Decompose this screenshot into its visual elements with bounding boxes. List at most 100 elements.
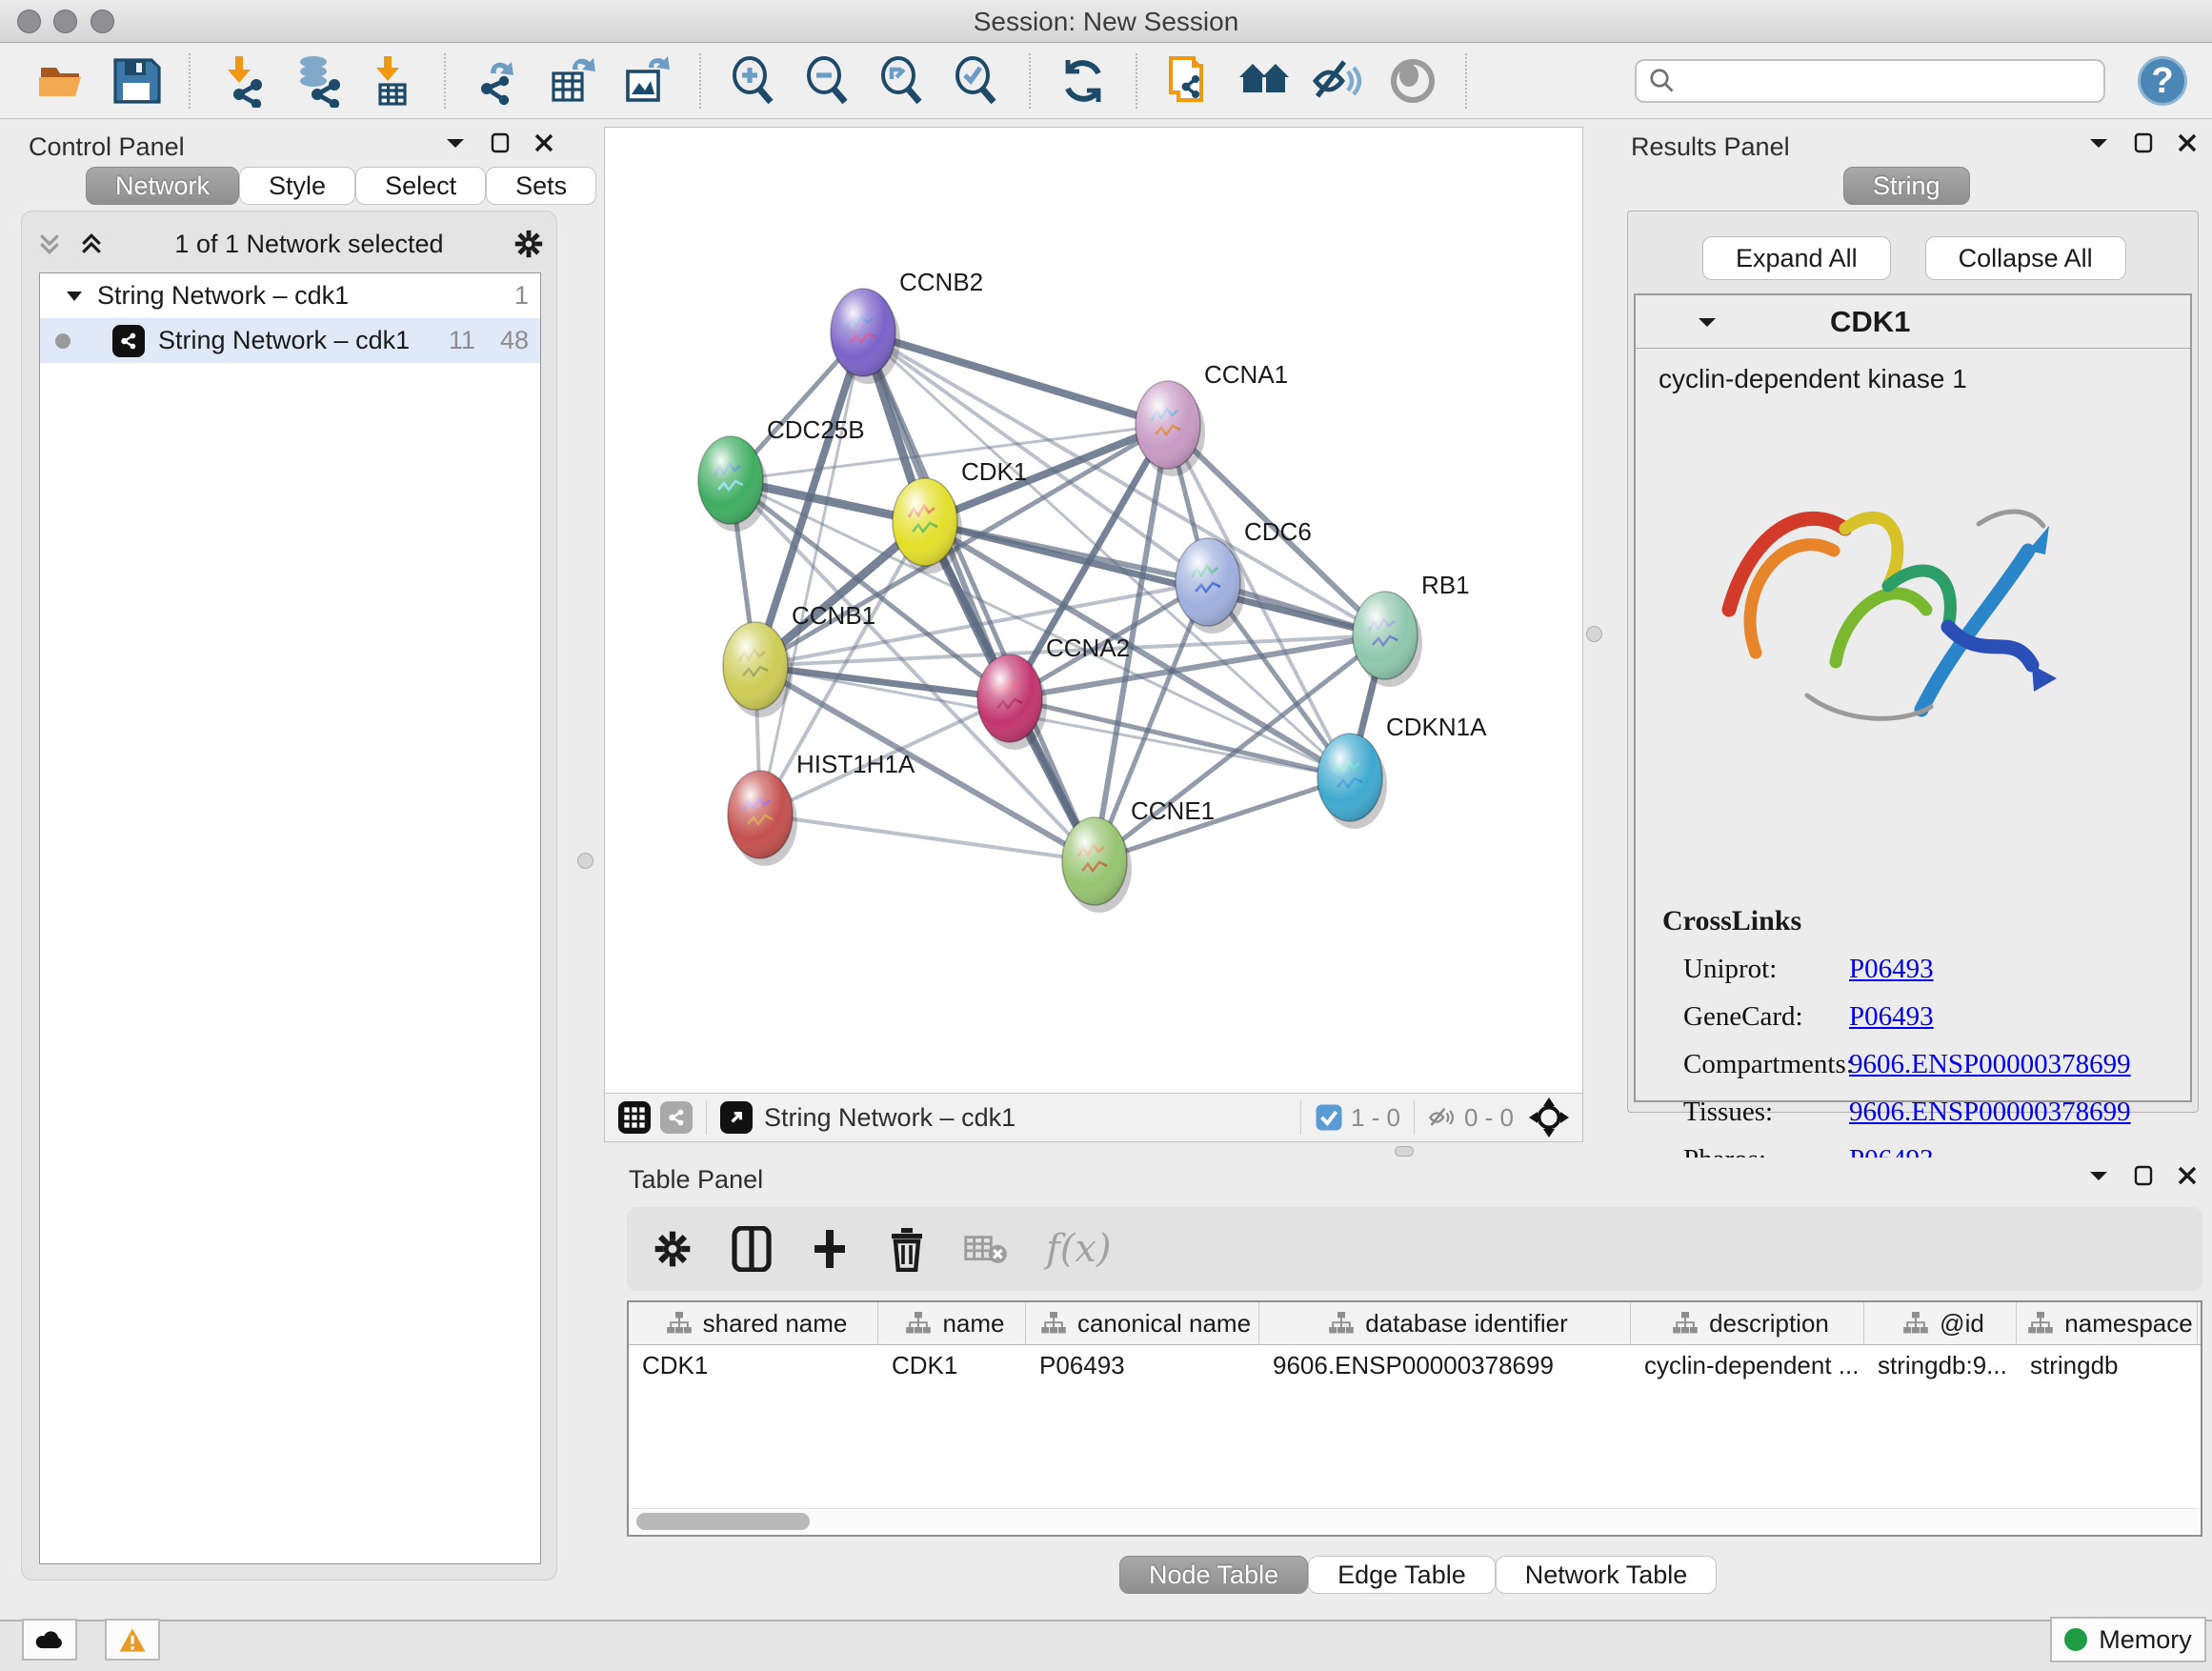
zoom-fit-icon[interactable] bbox=[875, 53, 930, 109]
string-protein-query-icon[interactable] bbox=[1162, 53, 1217, 109]
tab-node-table[interactable]: Node Table bbox=[1119, 1556, 1308, 1594]
hide-glasses-icon[interactable] bbox=[1311, 53, 1366, 109]
column-header-description[interactable]: description bbox=[1631, 1302, 1864, 1344]
crosslink-link[interactable]: 9606.ENSP00000378699 bbox=[1849, 1097, 2131, 1128]
network-share-icon[interactable] bbox=[660, 1101, 693, 1134]
table-horizontal-scrollbar[interactable] bbox=[631, 1508, 2199, 1533]
expand-all-icon[interactable] bbox=[77, 231, 106, 257]
network-node-ccne1[interactable] bbox=[1062, 817, 1132, 913]
search-box[interactable] bbox=[1635, 59, 2105, 103]
refresh-icon[interactable] bbox=[1056, 53, 1111, 109]
network-node-ccnb2[interactable] bbox=[831, 289, 900, 384]
panel-menu-icon[interactable] bbox=[2088, 136, 2109, 150]
column-header-name[interactable]: name bbox=[878, 1302, 1026, 1344]
table-row[interactable]: CDK1CDK1P064939606.ENSP00000378699cyclin… bbox=[629, 1345, 2201, 1387]
panel-close-icon[interactable] bbox=[2178, 1166, 2197, 1185]
table-cell[interactable]: P06493 bbox=[1026, 1345, 1259, 1387]
gene-section-header[interactable]: CDK1 bbox=[1636, 295, 2190, 349]
column-header-shared-name[interactable]: shared name bbox=[629, 1302, 878, 1344]
column-header-namespace[interactable]: namespace bbox=[2017, 1302, 2198, 1344]
close-window-button[interactable] bbox=[17, 10, 41, 33]
network-options-gear-icon[interactable] bbox=[513, 228, 545, 260]
network-collection-row[interactable]: String Network – cdk1 1 bbox=[40, 273, 540, 318]
column-header-database-identifier[interactable]: database identifier bbox=[1259, 1302, 1631, 1344]
delete-column-trash-icon[interactable] bbox=[888, 1226, 926, 1272]
tab-sets[interactable]: Sets bbox=[486, 167, 596, 205]
table-cell[interactable]: cyclin-dependent ... bbox=[1631, 1345, 1864, 1387]
panel-float-icon[interactable] bbox=[491, 132, 510, 153]
column-header-canonical-name[interactable]: canonical name bbox=[1026, 1302, 1259, 1344]
network-node-cdkn1a[interactable] bbox=[1317, 734, 1387, 829]
import-network-file-icon[interactable] bbox=[215, 53, 271, 109]
crosslink-link[interactable]: P06493 bbox=[1849, 954, 1934, 985]
column-header-@id[interactable]: @id bbox=[1864, 1302, 2017, 1344]
search-input[interactable] bbox=[1677, 62, 2092, 100]
network-edge[interactable] bbox=[863, 332, 1168, 425]
network-row-selected[interactable]: String Network – cdk1 11 48 bbox=[40, 318, 540, 363]
node-table[interactable]: shared namenamecanonical namedatabase id… bbox=[627, 1300, 2202, 1537]
zoom-selected-icon[interactable] bbox=[949, 53, 1004, 109]
crosslink-link[interactable]: 9606.ENSP00000378699 bbox=[1849, 1049, 2131, 1080]
tab-string[interactable]: String bbox=[1843, 167, 1970, 205]
panel-close-icon[interactable] bbox=[2178, 133, 2197, 152]
panel-float-icon[interactable] bbox=[2134, 132, 2153, 153]
network-view-canvas[interactable]: CCNB2CCNA1CDC25BCDK1CDC6RB1CCNB1CCNA2CDK… bbox=[604, 127, 1583, 1093]
network-node-rb1[interactable] bbox=[1353, 592, 1422, 687]
birdseye-grid-icon[interactable] bbox=[618, 1101, 651, 1134]
left-splitter-handle[interactable] bbox=[577, 853, 593, 869]
create-column-icon[interactable] bbox=[810, 1226, 850, 1272]
table-cell[interactable]: stringdb bbox=[2017, 1345, 2198, 1387]
show-columns-icon[interactable] bbox=[732, 1226, 772, 1272]
table-cell[interactable]: CDK1 bbox=[878, 1345, 1026, 1387]
export-image-icon[interactable] bbox=[619, 53, 674, 109]
table-options-gear-icon[interactable] bbox=[652, 1228, 694, 1270]
collapse-all-button[interactable]: Collapse All bbox=[1925, 236, 2126, 280]
network-node-ccna2[interactable] bbox=[977, 654, 1047, 750]
home-networks-icon[interactable] bbox=[1237, 53, 1292, 109]
import-table-icon[interactable] bbox=[364, 53, 419, 109]
tab-network-table[interactable]: Network Table bbox=[1496, 1556, 1718, 1594]
zoom-in-icon[interactable] bbox=[726, 53, 781, 109]
panel-close-icon[interactable] bbox=[534, 133, 553, 152]
network-edge[interactable] bbox=[925, 522, 1385, 635]
section-expander-icon[interactable] bbox=[1697, 315, 1718, 329]
bottom-splitter-handle[interactable] bbox=[1395, 1146, 1414, 1157]
network-node-hist1h1a[interactable] bbox=[728, 771, 797, 866]
minimize-window-button[interactable] bbox=[53, 10, 77, 33]
table-cell[interactable]: 9606.ENSP00000378699 bbox=[1259, 1345, 1631, 1387]
network-node-ccnb1[interactable] bbox=[723, 622, 793, 717]
hidden-glasses-icon[interactable] bbox=[1428, 1105, 1457, 1130]
table-cell[interactable]: stringdb:9... bbox=[1864, 1345, 2017, 1387]
tab-edge-table[interactable]: Edge Table bbox=[1308, 1556, 1496, 1594]
tab-network[interactable]: Network bbox=[86, 167, 239, 205]
selected-checkbox-icon[interactable] bbox=[1315, 1103, 1343, 1132]
table-cell[interactable]: CDK1 bbox=[629, 1345, 878, 1387]
zoom-window-button[interactable] bbox=[90, 10, 114, 33]
right-splitter-handle[interactable] bbox=[1586, 626, 1602, 642]
memory-button[interactable]: Memory bbox=[2050, 1617, 2206, 1662]
warning-status-button[interactable] bbox=[105, 1619, 160, 1661]
network-edge[interactable] bbox=[760, 815, 1095, 861]
fit-content-crosshair-icon[interactable] bbox=[1529, 1097, 1569, 1137]
export-network-icon[interactable] bbox=[471, 53, 526, 109]
cloud-status-button[interactable] bbox=[22, 1619, 77, 1661]
expand-all-button[interactable]: Expand All bbox=[1702, 236, 1891, 280]
tab-style[interactable]: Style bbox=[239, 167, 355, 205]
zoom-out-icon[interactable] bbox=[800, 53, 855, 109]
collapse-all-icon[interactable] bbox=[35, 231, 64, 257]
save-session-icon[interactable] bbox=[109, 53, 164, 109]
network-edge[interactable] bbox=[863, 332, 1095, 861]
help-button[interactable]: ? bbox=[2138, 56, 2187, 106]
panel-menu-icon[interactable] bbox=[2088, 1169, 2109, 1182]
crosslink-link[interactable]: P06493 bbox=[1849, 1001, 1934, 1033]
tree-expander-icon[interactable] bbox=[65, 290, 84, 303]
import-network-database-icon[interactable] bbox=[290, 53, 345, 109]
scrollbar-thumb[interactable] bbox=[636, 1513, 810, 1530]
panel-float-icon[interactable] bbox=[2134, 1165, 2153, 1186]
export-table-icon[interactable] bbox=[545, 53, 600, 109]
shared-column-icon bbox=[1673, 1312, 1698, 1335]
goto-network-icon[interactable] bbox=[720, 1101, 753, 1134]
open-session-icon[interactable] bbox=[34, 53, 90, 109]
panel-menu-icon[interactable] bbox=[445, 136, 466, 150]
tab-select[interactable]: Select bbox=[355, 167, 486, 205]
